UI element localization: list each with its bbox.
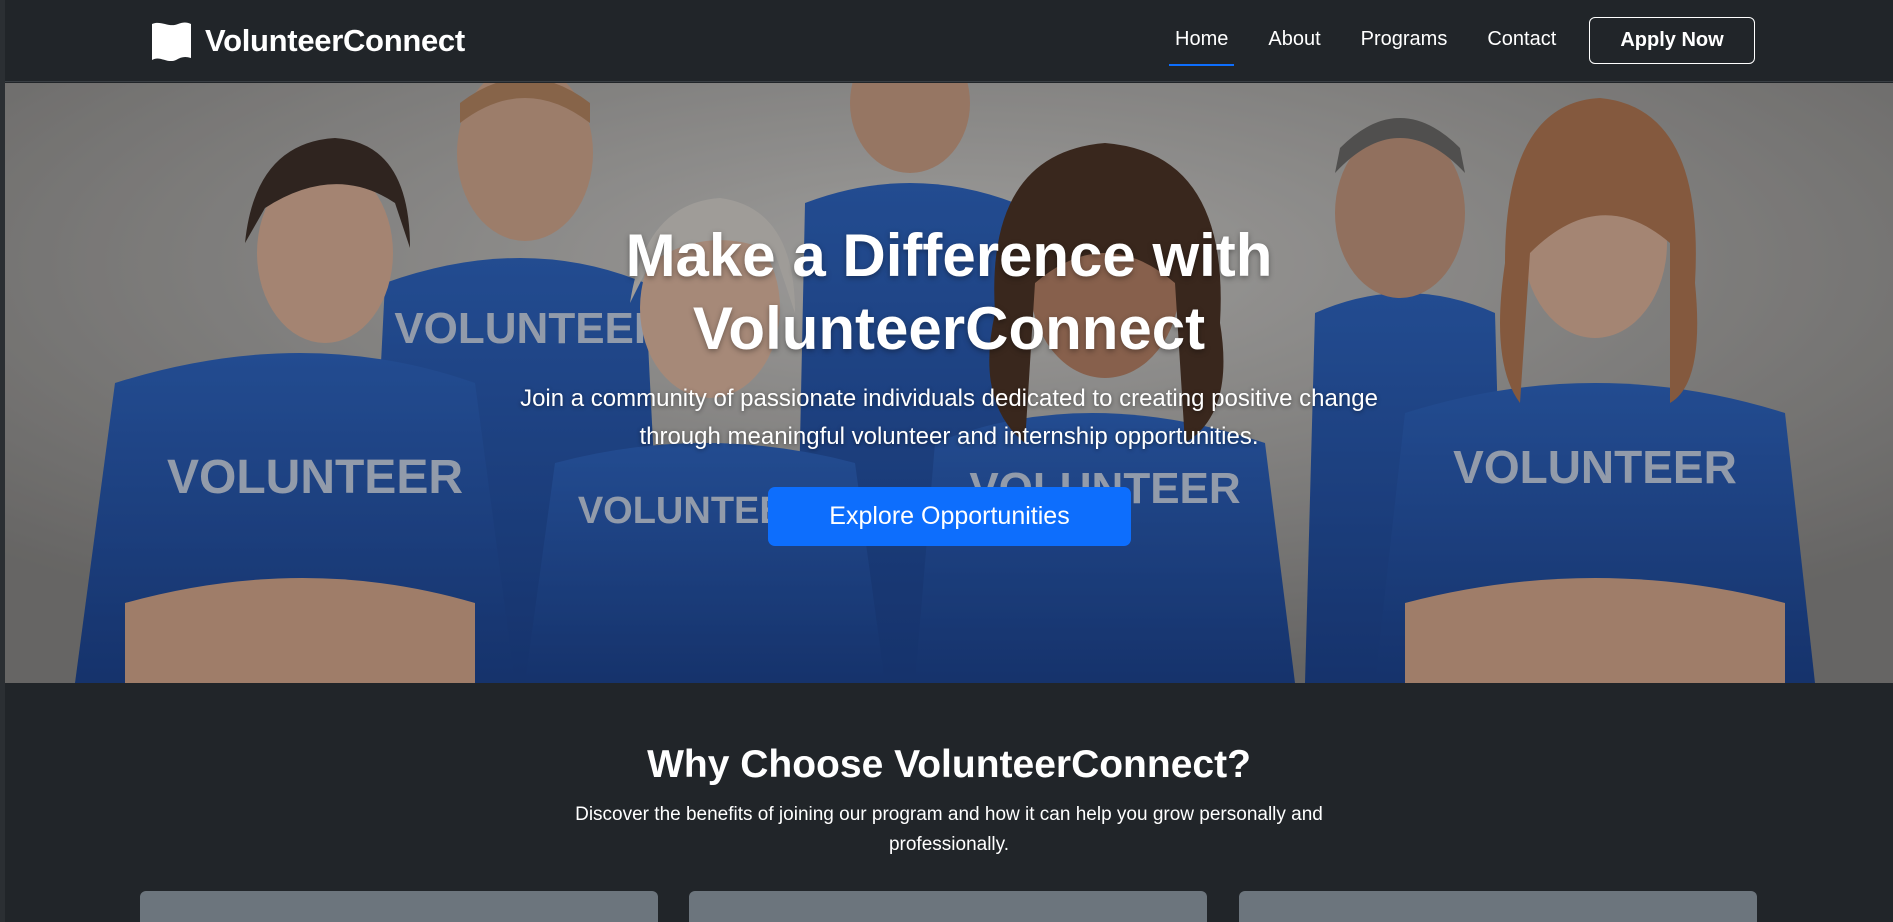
benefit-card bbox=[1239, 891, 1757, 922]
apply-now-button[interactable]: Apply Now bbox=[1589, 17, 1755, 64]
hero-section: VOLUNTEER VOLUNTEER VOLUNTEER VOLUNTEER … bbox=[5, 83, 1893, 683]
navbar: VolunteerConnect Home About Programs Con… bbox=[5, 0, 1893, 82]
nav-link-about[interactable]: About bbox=[1248, 0, 1340, 82]
explore-opportunities-button[interactable]: Explore Opportunities bbox=[768, 487, 1131, 546]
benefit-card bbox=[689, 891, 1207, 922]
brand[interactable]: VolunteerConnect bbox=[149, 18, 465, 64]
flag-icon bbox=[152, 22, 191, 62]
hero-title-line-2: VolunteerConnect bbox=[692, 295, 1206, 362]
hero-content: Make a Difference with VolunteerConnect … bbox=[5, 83, 1893, 683]
nav-links: Home About Programs Contact bbox=[1155, 0, 1576, 82]
hero-subtitle-line-2: through meaningful volunteer and interns… bbox=[639, 423, 1259, 450]
hero-title-line-1: Make a Difference with bbox=[625, 222, 1273, 289]
hero-subtitle-line-1: Join a community of passionate individua… bbox=[520, 385, 1378, 412]
benefit-card bbox=[140, 891, 658, 922]
nav-link-home[interactable]: Home bbox=[1155, 0, 1248, 82]
why-subtitle: Discover the benefits of joining our pro… bbox=[549, 800, 1349, 860]
hero-subtitle: Join a community of passionate individua… bbox=[449, 380, 1449, 456]
why-section: Why Choose VolunteerConnect? Discover th… bbox=[5, 683, 1893, 922]
page: VolunteerConnect Home About Programs Con… bbox=[0, 0, 1893, 922]
nav-link-contact[interactable]: Contact bbox=[1467, 0, 1576, 82]
brand-name: VolunteerConnect bbox=[205, 23, 465, 58]
why-subtitle-line-2: professionally. bbox=[888, 834, 1010, 855]
nav-link-programs[interactable]: Programs bbox=[1341, 0, 1468, 82]
why-subtitle-line-1: Discover the benefits of joining our pro… bbox=[575, 804, 1323, 825]
hero-title: Make a Difference with VolunteerConnect bbox=[449, 219, 1449, 365]
why-title: Why Choose VolunteerConnect? bbox=[647, 743, 1251, 786]
